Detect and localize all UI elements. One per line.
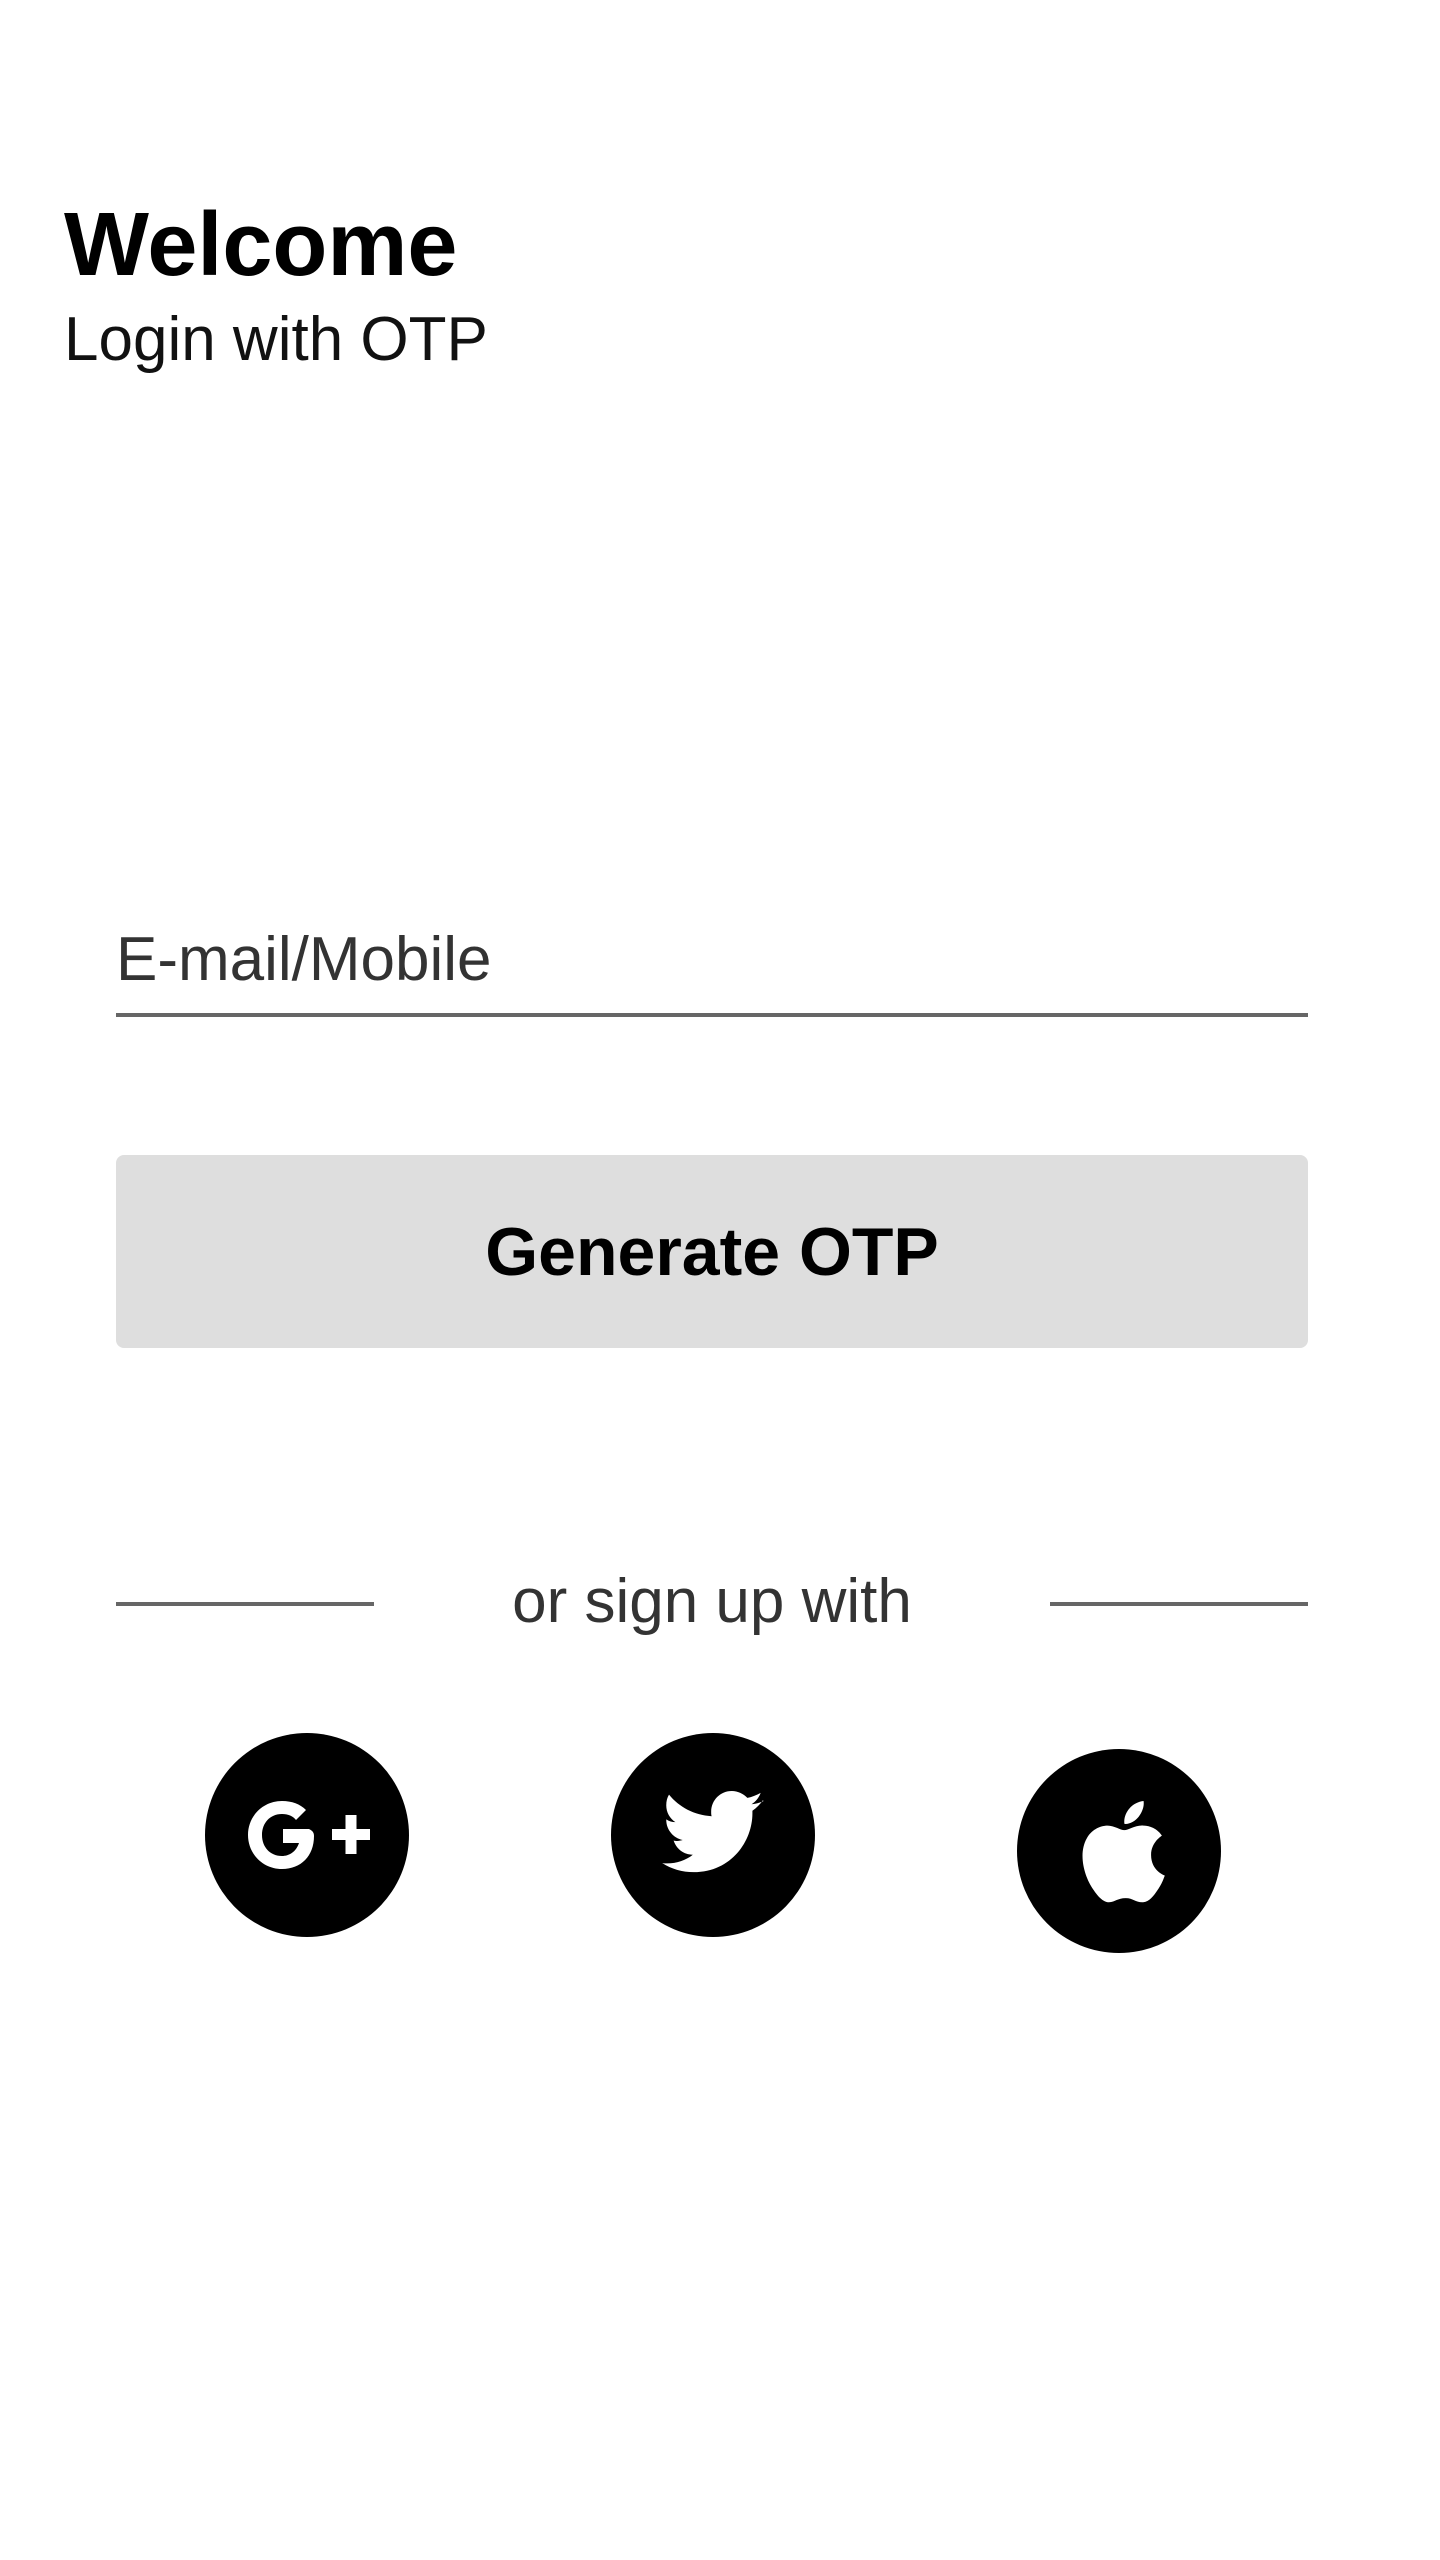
identifier-field [116, 905, 1308, 1025]
google-plus-icon [248, 1801, 370, 1869]
google-plus-button[interactable] [205, 1733, 409, 1937]
apple-button[interactable] [1017, 1749, 1221, 1953]
page-subtitle: Login with OTP [64, 305, 488, 374]
header: Welcome Login with OTP [64, 190, 488, 380]
page-title: Welcome [64, 195, 458, 295]
twitter-icon [662, 1791, 764, 1873]
email-mobile-input[interactable] [116, 905, 1308, 1017]
social-divider: or sign up with [116, 1560, 1308, 1644]
twitter-button[interactable] [611, 1733, 815, 1937]
divider-line-right [1050, 1602, 1308, 1606]
apple-icon [1082, 1801, 1165, 1903]
generate-otp-button[interactable]: Generate OTP [116, 1155, 1308, 1348]
